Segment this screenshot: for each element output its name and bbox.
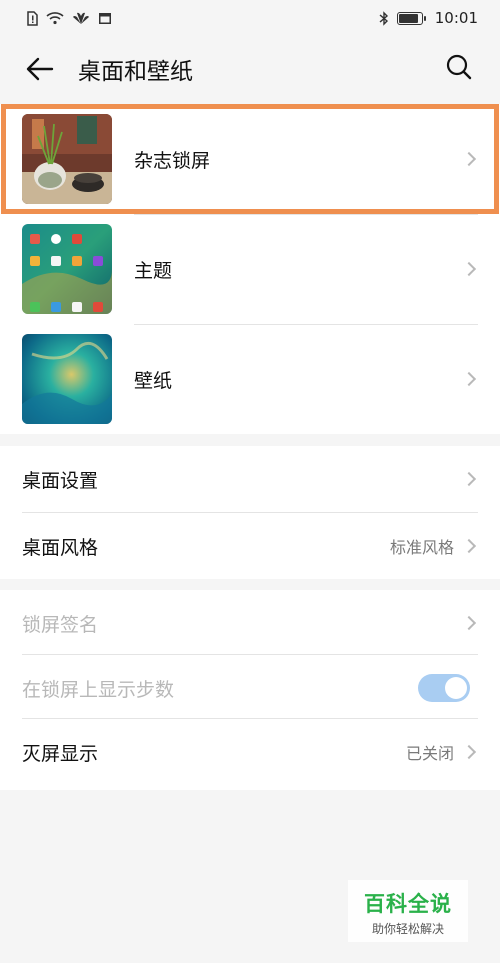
battery-icon bbox=[396, 11, 426, 25]
huawei-icon bbox=[72, 11, 90, 25]
magazine-lock-thumbnail bbox=[22, 114, 112, 204]
lock-signature-row[interactable]: 锁屏签名 bbox=[0, 590, 500, 656]
appearance-group: 杂志锁屏 主题 壁纸 bbox=[0, 104, 500, 434]
theme-thumbnail bbox=[22, 224, 112, 314]
magazine-lock-label: 杂志锁屏 bbox=[134, 149, 211, 172]
chevron-right-icon bbox=[461, 744, 477, 760]
wallpaper-row[interactable]: 壁纸 bbox=[0, 324, 500, 434]
status-bar-right: 10:01 bbox=[379, 9, 478, 27]
calendar-icon bbox=[98, 11, 112, 25]
header: 桌面和壁纸 bbox=[0, 36, 500, 102]
clock: 10:01 bbox=[434, 9, 478, 27]
chevron-right-icon bbox=[461, 371, 477, 387]
status-bar-left bbox=[26, 10, 112, 26]
wallpaper-thumbnail bbox=[22, 334, 112, 424]
watermark-title: 百科全说 bbox=[364, 892, 452, 916]
battery-fill bbox=[398, 13, 418, 23]
watermark: 百科全说 助你轻松解决 bbox=[348, 880, 468, 942]
magazine-lock-row[interactable]: 杂志锁屏 bbox=[0, 104, 500, 214]
screen-off-display-value: 已关闭 bbox=[405, 744, 454, 763]
show-steps-label: 在锁屏上显示步数 bbox=[22, 678, 175, 701]
search-icon bbox=[446, 54, 472, 80]
desktop-settings-row[interactable]: 桌面设置 bbox=[0, 446, 500, 512]
show-steps-row: 在锁屏上显示步数 bbox=[0, 655, 500, 721]
desktop-style-row[interactable]: 桌面风格 标准风格 bbox=[0, 513, 500, 579]
desktop-style-value: 标准风格 bbox=[389, 538, 454, 557]
wifi-icon bbox=[46, 11, 64, 25]
desktop-style-label: 桌面风格 bbox=[22, 536, 99, 559]
chevron-right-icon bbox=[461, 615, 477, 631]
lock-signature-label: 锁屏签名 bbox=[22, 613, 99, 636]
desktop-settings-label: 桌面设置 bbox=[22, 469, 99, 492]
chevron-right-icon bbox=[461, 261, 477, 277]
screen-off-display-row[interactable]: 灭屏显示 已关闭 bbox=[0, 719, 500, 785]
screen-off-display-label: 灭屏显示 bbox=[22, 742, 99, 765]
bluetooth-icon bbox=[379, 10, 389, 26]
search-button[interactable] bbox=[442, 50, 476, 84]
wallpaper-label: 壁纸 bbox=[134, 369, 173, 392]
watermark-subtitle: 助你轻松解决 bbox=[371, 922, 444, 936]
sim-alert-icon bbox=[26, 10, 38, 26]
arrow-left-icon bbox=[26, 57, 54, 81]
toggle-knob bbox=[445, 677, 467, 699]
status-bar: 10:01 bbox=[0, 0, 500, 36]
chevron-right-icon bbox=[461, 151, 477, 167]
theme-label: 主题 bbox=[134, 259, 173, 282]
chevron-right-icon bbox=[461, 538, 477, 554]
desktop-group: 桌面设置 桌面风格 标准风格 bbox=[0, 446, 500, 579]
page-title: 桌面和壁纸 bbox=[78, 59, 193, 85]
theme-row[interactable]: 主题 bbox=[0, 214, 500, 324]
show-steps-toggle[interactable] bbox=[418, 674, 470, 702]
chevron-right-icon bbox=[461, 471, 477, 487]
back-button[interactable] bbox=[20, 49, 60, 89]
lockscreen-group: 锁屏签名 在锁屏上显示步数 灭屏显示 已关闭 bbox=[0, 590, 500, 790]
